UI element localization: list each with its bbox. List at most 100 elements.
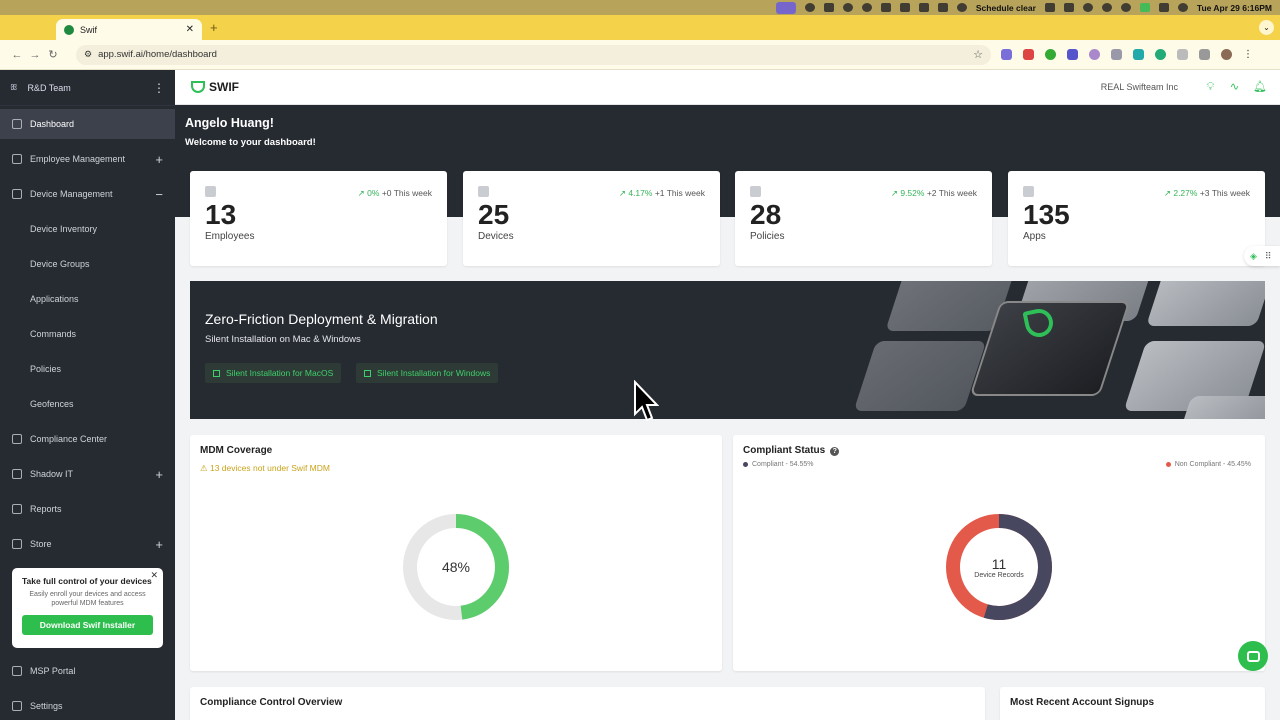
search-icon[interactable] [1120,3,1131,12]
site-info-icon[interactable]: ⚙ [84,49,92,60]
browser-tab[interactable]: Swif ✕ [56,19,202,40]
sidebar-item-reports[interactable]: Reports [0,494,175,524]
team-menu-icon[interactable]: ⋮ [153,81,165,95]
sidebar-subitem-policies[interactable]: Policies [30,364,61,374]
extension-icon[interactable] [1089,49,1100,60]
extension-icon[interactable] [1001,49,1012,60]
sidebar-item-compliance-center[interactable]: Compliance Center [0,424,175,454]
record-icon[interactable] [804,3,815,12]
compliance-status-card: Compliant Status? Compliant - 54.55% Non… [733,435,1265,671]
wifi-icon[interactable] [1082,3,1093,12]
sidebar-item-settings[interactable]: Settings [0,691,175,720]
stat-card-employees[interactable]: ↗ 0% +0 This week 13 Employees [190,171,447,266]
keyboard-icon[interactable] [1044,3,1055,12]
browser-tab-bar: Swif ✕ + ⌄ [0,15,1280,40]
forward-icon[interactable]: → [26,49,44,61]
chat-support-button[interactable] [1238,641,1268,671]
address-bar: ← → ↻ ⚙ app.swif.ai/home/dashboard ☆ ⋮ [0,40,1280,70]
moon-icon[interactable] [956,3,967,12]
sidebar-item-device-management[interactable]: Device Management − [0,179,175,209]
expand-plus-icon[interactable]: + [155,467,163,482]
siri-icon[interactable] [1177,3,1188,12]
menu-extra-icon[interactable] [842,3,853,12]
silent-install-macos-button[interactable]: Silent Installation for MacOS [205,363,342,383]
reload-icon[interactable]: ↻ [44,48,62,61]
stat-label: Apps [1023,231,1046,242]
back-icon[interactable]: ← [8,49,26,61]
mdm-warning[interactable]: ⚠ 13 devices not under Swif MDM [200,463,330,474]
extension-icon[interactable] [1111,49,1122,60]
collapse-minus-icon[interactable]: − [155,187,163,202]
menu-extra-icon[interactable] [861,3,872,12]
chat-icon [1246,650,1260,662]
swif-side-widget[interactable]: ◈ ⠿ [1244,246,1280,266]
sidebar-item-msp-portal[interactable]: MSP Portal [0,656,175,686]
donut-center: 48% [401,512,511,622]
logo-text: SWIF [209,80,239,94]
button-label: Silent Installation for MacOS [226,368,334,378]
control-center-icon[interactable] [1158,3,1169,12]
bookmark-star-icon[interactable]: ☆ [973,48,983,61]
tab-search-icon[interactable]: ⌄ [1259,20,1274,35]
shield-icon [750,186,761,197]
extension-icon[interactable] [1067,49,1078,60]
sidebar-item-dashboard[interactable]: Dashboard [0,109,175,139]
compliance-donut-chart: 11 Device Records [944,512,1054,622]
org-name[interactable]: REAL Swifteam Inc [1101,82,1178,92]
legend-noncompliant[interactable]: Non Compliant - 45.45% [1165,461,1251,468]
download-icon[interactable] [1199,49,1210,60]
schedule-status[interactable]: Schedule clear [976,3,1036,13]
activity-icon[interactable]: ∿ [1229,81,1240,93]
help-icon[interactable]: ? [830,447,840,456]
menu-extra-icon[interactable] [899,3,910,12]
bell-icon[interactable]: 🔔︎ [1253,81,1267,93]
silent-install-windows-button[interactable]: Silent Installation for Windows [356,363,499,383]
url-input[interactable]: ⚙ app.swif.ai/home/dashboard ☆ [76,44,991,65]
team-name: R&D Team [27,82,71,93]
stat-card-apps[interactable]: ↗ 2.27% +3 This week 135 Apps [1008,171,1265,266]
swif-menu-icon[interactable] [1139,3,1150,12]
swif-favicon-icon [64,24,74,35]
sidebar-subitem-commands[interactable]: Commands [30,329,76,339]
window-icon[interactable] [937,3,948,12]
sidebar-item-store[interactable]: Store + [0,529,175,559]
sidebar-item-employee-management[interactable]: Employee Management + [0,144,175,174]
expand-plus-icon[interactable]: + [155,537,163,552]
menu-extra-icon[interactable] [918,3,929,12]
close-tab-icon[interactable]: ✕ [186,24,194,35]
extension-icon[interactable] [1133,49,1144,60]
menu-extra-icon[interactable] [823,3,834,12]
promo-text: Easily enroll your devices and access po… [29,591,146,608]
drag-handle-icon[interactable]: ⠿ [1265,251,1272,262]
extensions-puzzle-icon[interactable] [1177,49,1188,60]
sidebar-subitem-device-groups[interactable]: Device Groups [30,259,90,269]
sidebar-item-shadow-it[interactable]: Shadow IT + [0,459,175,489]
swif-logo[interactable]: SWIF [191,80,239,94]
datetime[interactable]: Tue Apr 29 6:16PM [1197,3,1272,13]
profile-avatar[interactable] [1221,49,1232,60]
card-title: Most Recent Account Signups [1010,697,1155,708]
sidebar-subitem-geofences[interactable]: Geofences [30,399,74,409]
close-icon[interactable]: ✕ [150,570,158,581]
browser-menu-icon[interactable]: ⋮ [1243,49,1254,60]
battery-icon[interactable] [1063,3,1074,12]
stat-card-devices[interactable]: ↗ 4.17% +1 This week 25 Devices [463,171,720,266]
legend-compliant[interactable]: Compliant - 54.55% [743,461,813,468]
extension-icon[interactable] [1155,49,1166,60]
menu-extra-icon[interactable] [880,3,891,12]
new-tab-icon[interactable]: + [210,20,218,35]
extension-icon[interactable] [1045,49,1056,60]
user-icon[interactable] [1101,3,1112,12]
trend-percent: 0% [367,188,380,198]
team-switcher[interactable]: ꕥ R&D Team ⋮ [0,70,175,106]
extension-icon[interactable] [1023,49,1034,60]
stat-card-policies[interactable]: ↗ 9.52% +2 This week 28 Policies [735,171,992,266]
legend-label: Non Compliant - 45.45% [1174,461,1251,468]
sidebar-subitem-device-inventory[interactable]: Device Inventory [30,224,97,234]
expand-plus-icon[interactable]: + [155,152,163,167]
stat-value: 13 [205,199,237,230]
lightbulb-icon[interactable]: 💡︎ [1205,81,1216,93]
download-installer-button[interactable]: Download Swif Installer [22,615,153,636]
sidebar-subitem-applications[interactable]: Applications [30,294,79,304]
app-icon[interactable] [775,1,796,14]
